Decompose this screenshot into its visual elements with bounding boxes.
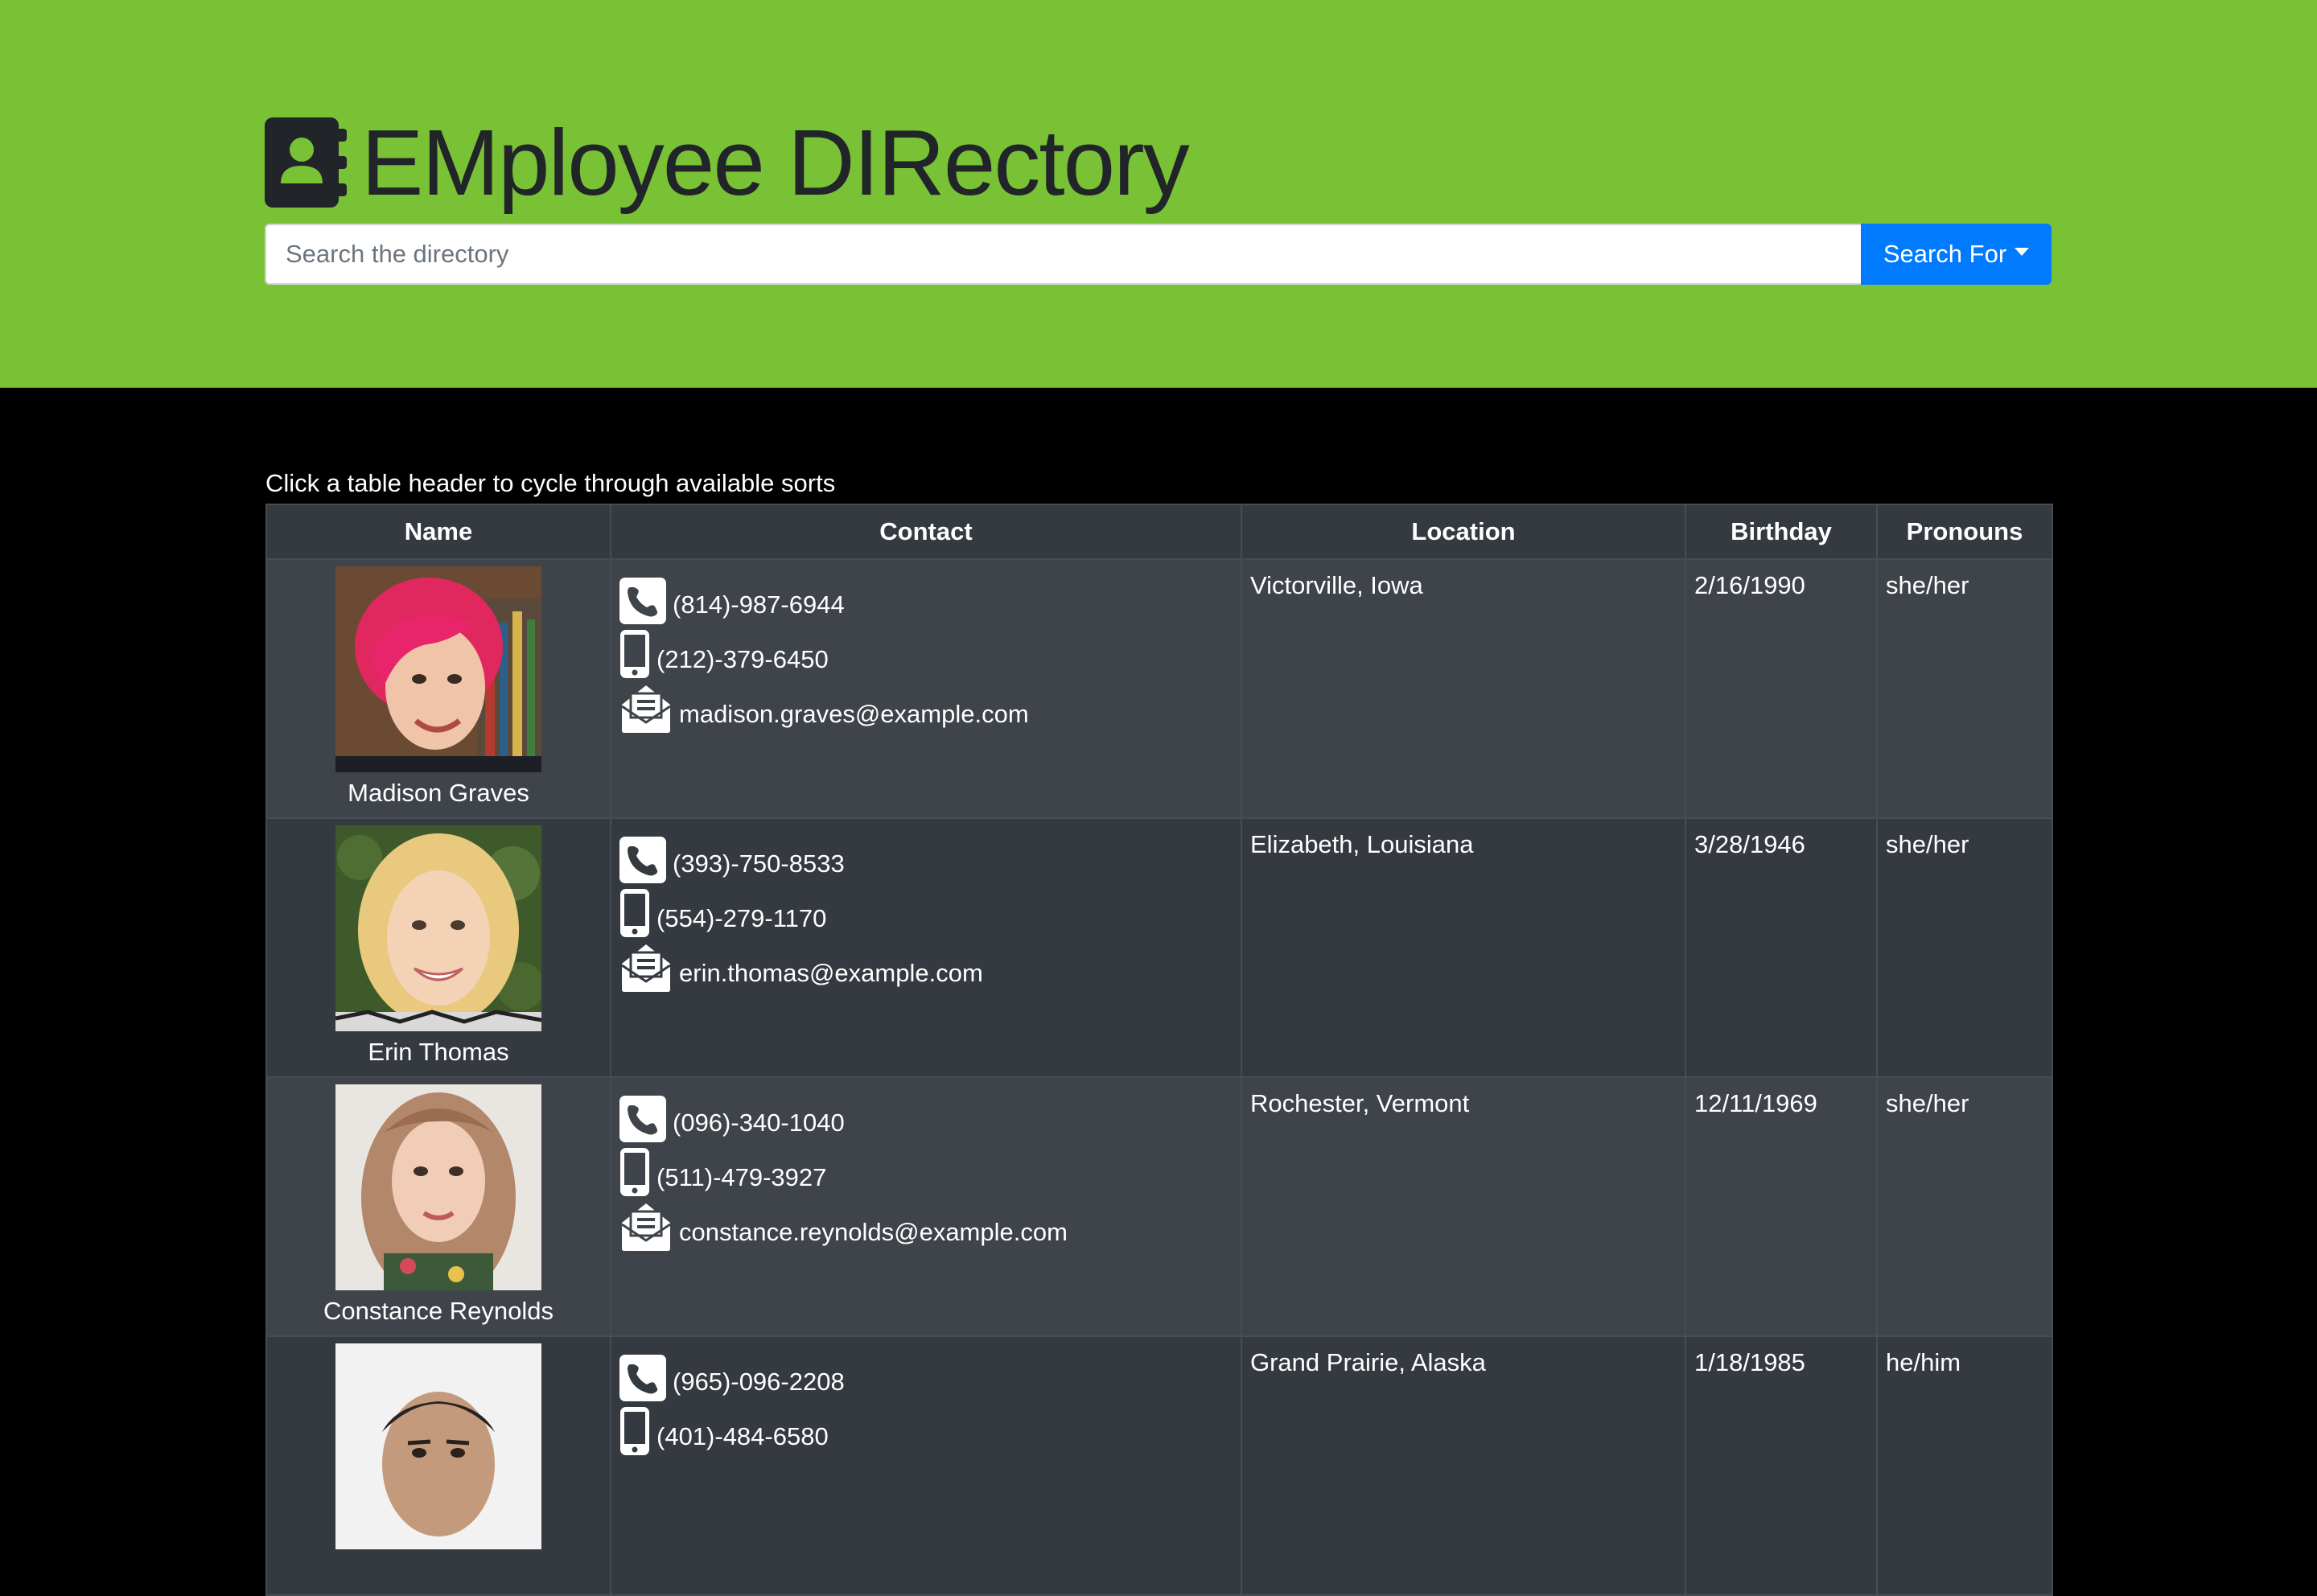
cell-phone-number: (511)-479-3927: [656, 1163, 827, 1191]
birthday-cell: 3/28/1946: [1685, 817, 1878, 1078]
cell-phone-number: (212)-379-6450: [656, 645, 829, 673]
employee-table: Name Contact Location Birthday Pronouns: [265, 504, 2053, 1596]
location-cell: Victorville, Iowa: [1241, 558, 1686, 819]
name-cell: Erin Thomas: [265, 817, 611, 1078]
cell-phone-number: (554)-279-1170: [656, 904, 827, 932]
phone-icon: [619, 1355, 666, 1401]
email: madison.graves@example.com: [619, 679, 1233, 734]
office-phone: (814)-987-6944: [619, 570, 1233, 624]
employee-name: Erin Thomas: [368, 1038, 509, 1066]
birthday-cell: 2/16/1990: [1685, 558, 1878, 819]
phone-icon: [619, 837, 666, 883]
page-title: EMployee DIRectory: [361, 110, 1190, 215]
table-row: Erin Thomas (393)-750-8533 (554)-279-117…: [265, 817, 2053, 1078]
avatar: [335, 1343, 541, 1549]
search-for-label: Search For: [1883, 240, 2007, 268]
location-cell: Elizabeth, Louisiana: [1241, 817, 1686, 1078]
envelope-open-text-icon: [621, 1203, 671, 1251]
mobile-phone-icon: [620, 1148, 649, 1196]
envelope-open-text-icon: [621, 944, 671, 992]
email-address: erin.thomas@example.com: [679, 959, 983, 987]
search-input[interactable]: [265, 224, 1861, 285]
office-phone: (096)-340-1040: [619, 1088, 1233, 1142]
envelope-open-text-icon: [621, 685, 671, 733]
email: erin.thomas@example.com: [619, 938, 1233, 993]
office-phone-number: (814)-987-6944: [673, 590, 845, 619]
table-row: Constance Reynolds (096)-340-1040 (511)-…: [265, 1076, 2053, 1337]
phone-icon: [619, 1096, 666, 1142]
title-row: EMployee DIRectory: [265, 110, 1190, 215]
pronouns-cell: he/him: [1876, 1335, 2053, 1596]
office-phone-number: (965)-096-2208: [673, 1368, 845, 1396]
cell-phone-number: (401)-484-6580: [656, 1422, 829, 1450]
column-header-location[interactable]: Location: [1241, 504, 1686, 560]
avatar: [335, 566, 541, 772]
birthday-cell: 12/11/1969: [1685, 1076, 1878, 1337]
pronouns-cell: she/her: [1876, 558, 2053, 819]
name-cell: [265, 1335, 611, 1596]
mobile-phone-icon: [620, 1407, 649, 1455]
column-header-birthday[interactable]: Birthday: [1685, 504, 1878, 560]
name-cell: Madison Graves: [265, 558, 611, 819]
pronouns-cell: she/her: [1876, 817, 2053, 1078]
name-cell: Constance Reynolds: [265, 1076, 611, 1337]
location-cell: Grand Prairie, Alaska: [1241, 1335, 1686, 1596]
location-cell: Rochester, Vermont: [1241, 1076, 1686, 1337]
contact-cell: (814)-987-6944 (212)-379-6450 madison.gr…: [610, 558, 1242, 819]
search-group: Search For: [265, 224, 2052, 285]
office-phone-number: (393)-750-8533: [673, 849, 845, 878]
mobile-phone-icon: [620, 630, 649, 678]
employee-name: Madison Graves: [348, 779, 529, 807]
birthday-cell: 1/18/1985: [1685, 1335, 1878, 1596]
table-row: (965)-096-2208 (401)-484-6580 Grand Prai…: [265, 1335, 2053, 1596]
cell-phone: (212)-379-6450: [619, 624, 1233, 679]
sort-instructions: Click a table header to cycle through av…: [265, 469, 836, 497]
table-header-row: Name Contact Location Birthday Pronouns: [265, 504, 2053, 560]
office-phone-number: (096)-340-1040: [673, 1109, 845, 1137]
office-phone: (393)-750-8533: [619, 829, 1233, 883]
mobile-phone-icon: [620, 889, 649, 937]
email-address: madison.graves@example.com: [679, 700, 1029, 728]
contact-cell: (096)-340-1040 (511)-479-3927 constance.…: [610, 1076, 1242, 1337]
column-header-contact[interactable]: Contact: [610, 504, 1242, 560]
pronouns-cell: she/her: [1876, 1076, 2053, 1337]
phone-icon: [619, 578, 666, 624]
search-for-dropdown-button[interactable]: Search For: [1861, 224, 2052, 285]
avatar: [335, 1084, 541, 1290]
office-phone: (965)-096-2208: [619, 1347, 1233, 1401]
contact-cell: (965)-096-2208 (401)-484-6580: [610, 1335, 1242, 1596]
address-book-icon: [265, 117, 347, 208]
email: constance.reynolds@example.com: [619, 1197, 1233, 1252]
email-address: constance.reynolds@example.com: [679, 1218, 1068, 1246]
contact-cell: (393)-750-8533 (554)-279-1170 erin.thoma…: [610, 817, 1242, 1078]
employee-name: Constance Reynolds: [323, 1297, 554, 1325]
table-row: Madison Graves (814)-987-6944 (212)-379-…: [265, 558, 2053, 819]
column-header-name[interactable]: Name: [265, 504, 611, 560]
cell-phone: (554)-279-1170: [619, 883, 1233, 938]
avatar: [335, 825, 541, 1031]
column-header-pronouns[interactable]: Pronouns: [1876, 504, 2053, 560]
header-banner: EMployee DIRectory Search For: [0, 0, 2317, 388]
caret-down-icon: [2015, 248, 2030, 256]
cell-phone: (511)-479-3927: [619, 1142, 1233, 1197]
